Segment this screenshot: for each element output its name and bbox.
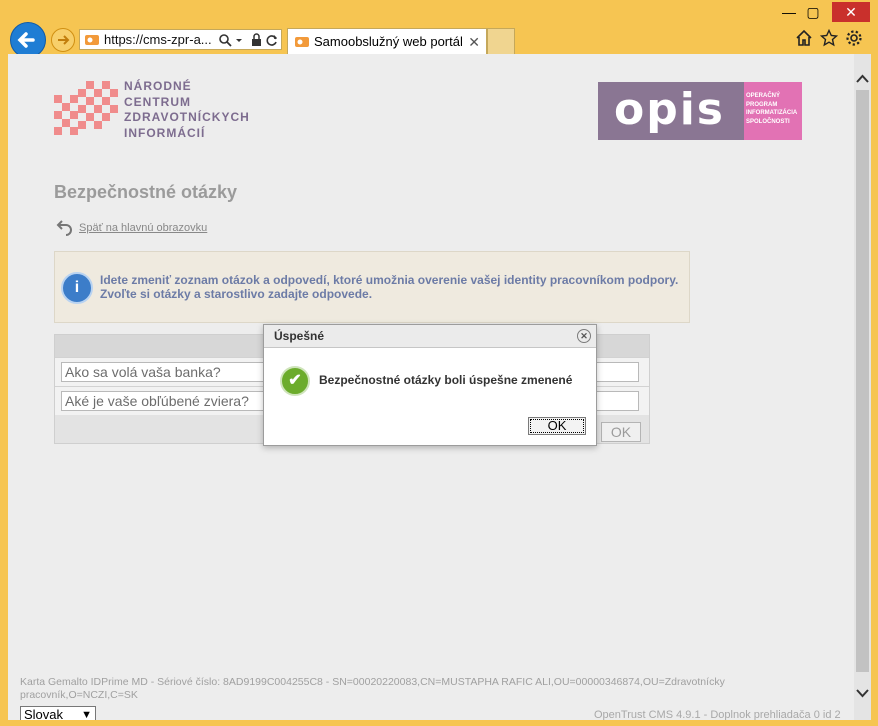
refresh-icon[interactable] <box>265 33 279 47</box>
tab-close-icon[interactable]: ✕ <box>468 29 480 55</box>
chevron-down-icon: ▼ <box>81 709 92 720</box>
gear-icon[interactable] <box>845 29 863 47</box>
info-text: Idete zmeniť zoznam otázok a odpovedí, k… <box>100 273 679 301</box>
opis-logo-text: opis <box>614 84 725 135</box>
nczi-logo-icon <box>54 81 118 135</box>
opis-logo-subtext: OPERAČNÝ PROGRAM INFORMATIZÁCIA SPOLOČNO… <box>746 92 797 126</box>
address-bar[interactable]: https://cms-zpr-a... <box>79 29 282 50</box>
close-window-button[interactable]: ✕ <box>832 2 870 22</box>
success-check-icon: ✔ <box>280 366 310 396</box>
ok-button[interactable]: OK <box>601 422 641 442</box>
browser-window: — ▢ ✕ https://cms-zpr-a... Samoobslužný … <box>0 0 878 726</box>
forward-arrow-icon <box>58 35 70 45</box>
page-title: Bezpečnostné otázky <box>54 182 238 202</box>
info-box: i Idete zmeniť zoznam otázok a odpovedí,… <box>54 251 690 323</box>
dropdown-icon[interactable] <box>235 33 243 47</box>
forward-button[interactable] <box>51 28 75 52</box>
dialog-message: Bezpečnostné otázky boli úspešne zmenené <box>319 373 573 387</box>
language-value: Slovak <box>24 707 64 720</box>
lock-icon[interactable] <box>250 33 262 47</box>
tab-favicon-icon <box>295 37 309 47</box>
org-line: ZDRAVOTNÍCKYCH <box>124 110 250 124</box>
tab-active[interactable]: Samoobslužný web portál ✕ <box>287 28 487 54</box>
opis-line: SPOLOČNOSTI <box>746 118 790 125</box>
page-content: NÁRODNÉ CENTRUM ZDRAVOTNÍCKYCH INFORMÁCI… <box>8 54 854 720</box>
dialog-title: Úspešné <box>274 329 325 343</box>
org-line: INFORMÁCIÍ <box>124 125 206 140</box>
favorites-star-icon[interactable] <box>820 29 838 47</box>
org-line: NÁRODNÉ <box>124 79 192 93</box>
opis-line: OPERAČNÝ <box>746 93 781 99</box>
address-text: https://cms-zpr-a... <box>104 32 212 47</box>
close-icon[interactable]: ✕ <box>577 329 591 343</box>
back-to-main-link[interactable]: Späť na hlavnú obrazovku <box>79 222 207 234</box>
scrollbar-thumb[interactable] <box>856 90 869 672</box>
maximize-button[interactable]: ▢ <box>798 2 828 22</box>
tab-title: Samoobslužný web portál <box>314 34 463 49</box>
search-icon[interactable] <box>218 33 232 47</box>
org-line: CENTRUM <box>124 94 191 109</box>
back-button[interactable] <box>10 22 46 58</box>
dialog-header: Úspešné ✕ <box>264 325 596 348</box>
card-info: Karta Gemalto IDPrime MD - Sériové číslo… <box>20 676 725 701</box>
scroll-down-icon[interactable] <box>854 682 871 712</box>
opis-line: INFORMATIZÁCIA <box>746 110 798 116</box>
dialog-ok-button[interactable]: OK <box>528 417 586 435</box>
opis-line: PROGRAM <box>746 101 778 108</box>
success-dialog: Úspešné ✕ ✔ Bezpečnostné otázky boli úsp… <box>263 324 597 446</box>
scroll-up-icon[interactable] <box>854 62 871 92</box>
info-icon: i <box>61 272 93 304</box>
org-name: NÁRODNÉ CENTRUM ZDRAVOTNÍCKYCH INFORMÁCI… <box>124 79 250 141</box>
site-favicon-icon <box>85 35 99 45</box>
home-icon[interactable] <box>795 29 813 47</box>
back-arrow-icon <box>17 32 35 48</box>
language-select[interactable]: Slovak ▼ <box>20 706 96 720</box>
version-info: OpenTrust CMS 4.9.1 - Doplnok prehliadač… <box>594 709 841 720</box>
back-arrow-icon[interactable] <box>56 217 74 237</box>
new-tab-button[interactable] <box>487 28 515 54</box>
